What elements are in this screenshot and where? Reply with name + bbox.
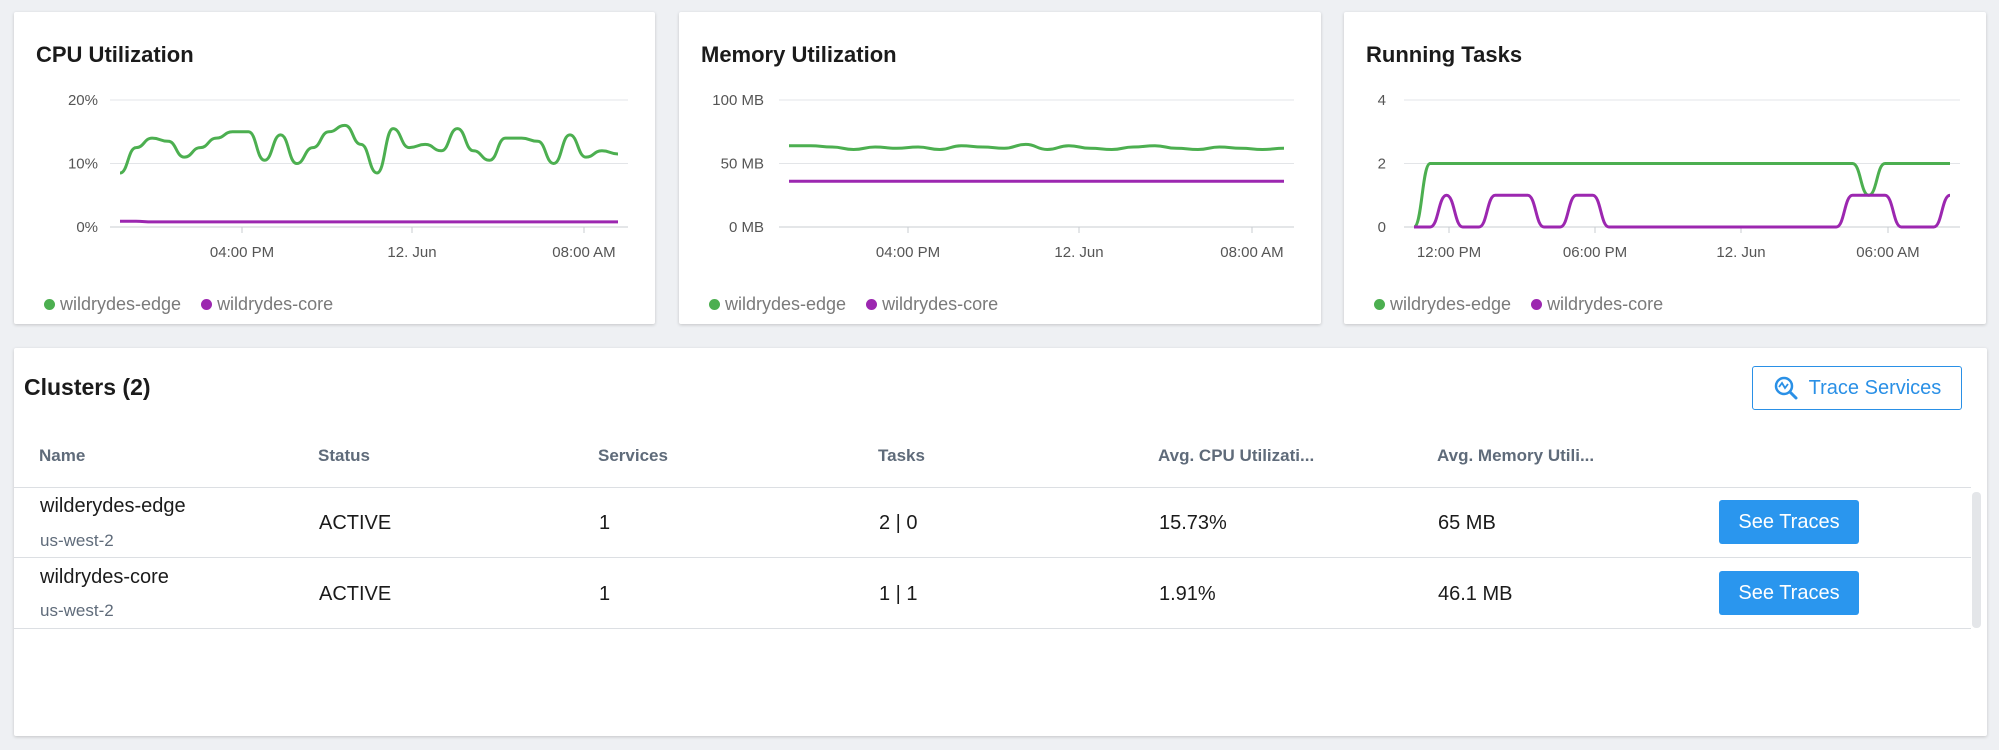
cpu-chart-legend: wildrydes-edge wildrydes-core bbox=[44, 294, 333, 315]
cpu-utilization-chart: 20% 10% 0% 04:00 PM 12. Jun 08:00 AM bbox=[68, 92, 628, 261]
table-divider bbox=[14, 557, 1971, 558]
y-tick-label: 0% bbox=[76, 219, 98, 236]
cpu-utilization-card: CPU Utilization 20% 10% 0% 04:00 PM 12. Jun 0… bbox=[14, 12, 655, 324]
y-tick-label: 10% bbox=[68, 156, 98, 173]
cluster-avg-cpu: 15.73% bbox=[1159, 512, 1227, 534]
table-scrollbar[interactable] bbox=[1972, 492, 1981, 628]
legend-item-core[interactable]: wildrydes-core bbox=[866, 294, 998, 315]
cluster-region: us-west-2 bbox=[40, 601, 114, 620]
series-line-wildrydes-edge[interactable] bbox=[119, 123, 619, 175]
y-tick-label: 0 MB bbox=[729, 219, 764, 236]
y-tick-label: 2 bbox=[1378, 156, 1386, 173]
legend-label-core: wildrydes-core bbox=[1547, 294, 1664, 314]
cluster-services: 1 bbox=[599, 512, 611, 534]
x-tick-label: 06:00 AM bbox=[1856, 244, 1919, 261]
x-tick-label: 06:00 PM bbox=[1563, 244, 1627, 261]
column-header-avg-cpu[interactable]: Avg. CPU Utilizati... bbox=[1158, 446, 1314, 466]
legend-item-core[interactable]: wildrydes-core bbox=[201, 294, 333, 315]
legend-label-edge: wildrydes-edge bbox=[60, 294, 182, 314]
trace-services-label: Trace Services bbox=[1808, 376, 1942, 399]
x-tick-label: 04:00 PM bbox=[876, 244, 940, 261]
legend-label-core: wildrydes-core bbox=[882, 294, 999, 314]
cluster-name[interactable]: wilderydes-edge bbox=[40, 495, 186, 518]
legend-item-core[interactable]: wildrydes-core bbox=[1531, 294, 1663, 315]
legend-dot-edge bbox=[1374, 299, 1385, 310]
cluster-tasks: 2 | 0 bbox=[879, 512, 918, 534]
legend-dot-core bbox=[201, 299, 213, 310]
y-tick-label: 20% bbox=[68, 92, 98, 109]
memory-utilization-chart: 100 MB 50 MB 0 MB 04:00 PM 12. Jun 08:00 AM bbox=[712, 92, 1294, 261]
cluster-region: us-west-2 bbox=[40, 531, 114, 550]
column-header-tasks[interactable]: Tasks bbox=[878, 446, 925, 466]
legend-dot-core bbox=[866, 299, 878, 310]
legend-label-edge: wildrydes-edge bbox=[1390, 294, 1512, 314]
trace-services-button[interactable]: Trace Services bbox=[1752, 366, 1962, 410]
column-header-name[interactable]: Name bbox=[39, 446, 85, 466]
series-line-wildrydes-core[interactable] bbox=[1414, 193, 1951, 229]
clusters-title: Clusters (2) bbox=[24, 374, 151, 400]
series-line-wildrydes-core[interactable] bbox=[120, 219, 618, 224]
legend-item-edge[interactable]: wildrydes-edge bbox=[44, 294, 181, 315]
column-header-status[interactable]: Status bbox=[318, 446, 370, 466]
cluster-avg-memory: 46.1 MB bbox=[1438, 583, 1513, 605]
memory-utilization-card: Memory Utilization 100 MB 50 MB 0 MB 04:00 … bbox=[679, 12, 1321, 324]
see-traces-button[interactable]: See Traces bbox=[1719, 500, 1859, 544]
running-tasks-chart: 4 2 0 12:00 PM 06:00 PM 12. Jun 06:00 AM bbox=[1378, 92, 1960, 261]
memory-chart-legend: wildrydes-edge wildrydes-core bbox=[709, 294, 998, 315]
cluster-tasks: 1 | 1 bbox=[879, 583, 918, 605]
clusters-panel bbox=[14, 348, 1987, 736]
legend-dot-edge bbox=[709, 299, 720, 310]
x-tick-label: 12. Jun bbox=[1716, 244, 1765, 261]
cluster-name[interactable]: wildrydes-core bbox=[40, 566, 169, 589]
x-tick-label: 04:00 PM bbox=[210, 244, 274, 261]
legend-dot-edge bbox=[44, 299, 55, 310]
x-tick-label: 08:00 AM bbox=[552, 244, 615, 261]
cluster-avg-cpu: 1.91% bbox=[1159, 583, 1216, 605]
y-tick-label: 0 bbox=[1378, 219, 1386, 236]
see-traces-button[interactable]: See Traces bbox=[1719, 571, 1859, 615]
table-divider bbox=[14, 628, 1971, 629]
legend-item-edge[interactable]: wildrydes-edge bbox=[709, 294, 846, 315]
cluster-avg-memory: 65 MB bbox=[1438, 512, 1496, 534]
column-header-avg-memory[interactable]: Avg. Memory Utili... bbox=[1437, 446, 1594, 466]
y-tick-label: 50 MB bbox=[721, 156, 764, 173]
y-tick-label: 100 MB bbox=[712, 92, 764, 109]
legend-dot-core bbox=[1531, 299, 1543, 310]
series-line-wildrydes-edge[interactable] bbox=[789, 142, 1285, 151]
tasks-chart-legend: wildrydes-edge wildrydes-core bbox=[1374, 294, 1663, 315]
x-tick-label: 12. Jun bbox=[387, 244, 436, 261]
column-header-services[interactable]: Services bbox=[598, 446, 668, 466]
x-tick-label: 08:00 AM bbox=[1220, 244, 1283, 261]
legend-label-edge: wildrydes-edge bbox=[725, 294, 847, 314]
trace-search-icon bbox=[1774, 376, 1798, 400]
cluster-status: ACTIVE bbox=[319, 512, 392, 534]
x-tick-label: 12:00 PM bbox=[1417, 244, 1481, 261]
legend-label-core: wildrydes-core bbox=[217, 294, 334, 314]
table-divider bbox=[14, 487, 1971, 488]
x-tick-label: 12. Jun bbox=[1054, 244, 1103, 261]
legend-item-edge[interactable]: wildrydes-edge bbox=[1374, 294, 1511, 315]
running-tasks-card: Running Tasks 4 2 0 12:00 PM 06:00 PM 12. Jun… bbox=[1344, 12, 1986, 324]
cluster-services: 1 bbox=[599, 583, 611, 605]
y-tick-label: 4 bbox=[1378, 92, 1386, 109]
cluster-status: ACTIVE bbox=[319, 583, 392, 605]
